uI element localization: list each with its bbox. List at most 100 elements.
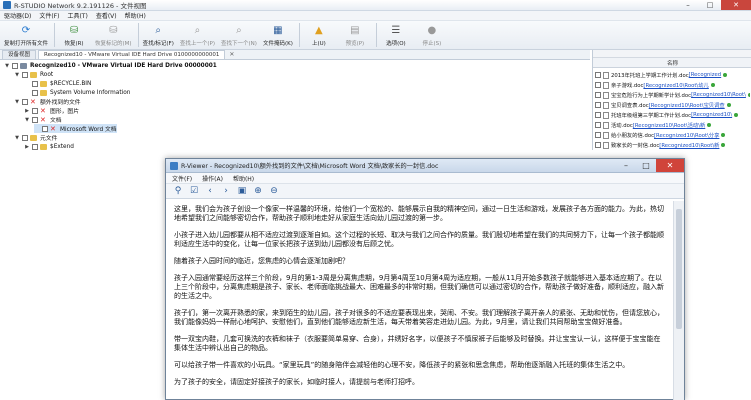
checkbox[interactable] [32,143,38,150]
tab-file-view[interactable]: Recognized10 - VMware Virtual IDE Hard D… [38,50,226,59]
expand-icon[interactable]: ▶ [24,144,30,150]
tree-node-documents[interactable]: ▼ ✕ 文档 [24,115,62,124]
recover-marked-button[interactable]: ⛁ 恢复标记的(M) [95,23,132,48]
expand-icon[interactable]: ▼ [24,117,30,123]
checkbox[interactable] [32,89,38,96]
viewer-menu-bar: 文件(F) 操作(A) 帮助(H) [166,173,684,184]
refresh-open-files-button[interactable]: ⟳ 复制打开所有文件 [4,23,48,48]
file-path-link[interactable]: [Recognized10\ [691,112,732,118]
minimize-button[interactable]: – [677,0,699,10]
maximize-button[interactable]: □ [699,0,721,10]
file-path-link[interactable]: [Recognized10\Root\幼儿 [643,81,708,89]
vertical-scrollbar[interactable] [673,201,684,400]
file-path-link[interactable]: [Recognized [689,72,722,78]
find-mark-button[interactable]: ⌕ 查找/标记(F) [143,23,174,48]
list-item[interactable]: 托班年级组第三学期工作计划.doc [Recognized10\ [595,110,750,120]
tab-close-icon[interactable]: ✕ [229,50,234,59]
paragraph: 带一双宝内鞋，几套可换洗的衣裤和袜子（衣服要简单易穿、合身），并绣好名字，以便孩… [174,335,661,352]
checkbox[interactable] [32,80,38,87]
arrow-right-icon[interactable]: › [220,185,232,197]
checkbox[interactable] [595,102,601,108]
checkmark-icon[interactable]: ☑ [188,185,200,197]
viewer-close-button[interactable]: ✕ [656,159,684,172]
recover-button[interactable]: ⛁ 恢复(R) [59,23,89,48]
list-item[interactable]: 给小朋友的信.doc [Recognized10\Root\分享 [595,130,750,140]
paragraph: 孩子们，第一次离开熟悉的家，来到陌生的幼儿园，孩子对很多的不适应要表现出来，哭闹… [174,309,664,326]
tree-node-system-volume-info[interactable]: System Volume Information [24,88,130,97]
tree-node-extra-found-files[interactable]: ▼ ✕ 额外找到的文件 [14,97,81,106]
file-path-link[interactable]: [Recognized10\Root\分享 [654,131,719,139]
viewer-toolbar: ⚲ ☑ ‹ › ▣ ⊕ ⊖ [166,184,684,199]
list-item[interactable]: 宝宝危险行为上学期新学计划.doc [Recognized10\Root\ [595,90,750,100]
checkbox[interactable] [22,98,28,105]
expand-icon[interactable]: ▼ [14,135,20,141]
document-text-area[interactable]: 这里，我们会为孩子创设一个像家一样温馨的环境，给他们一个宽松的、能够展示自我的精… [166,201,674,400]
word-file-icon [603,111,609,119]
checkbox[interactable] [12,62,18,69]
file-mask-button[interactable]: ▦ 文件掩码(K) [263,23,293,48]
tree-node-graphics[interactable]: ▶ ✕ 图形，图片 [24,106,79,115]
close-button[interactable]: ✕ [721,0,751,10]
image-icon[interactable]: ▣ [236,185,248,197]
options-button[interactable]: ☰ 选项(O) [381,23,411,48]
viewer-menu-help[interactable]: 帮助(H) [233,174,254,183]
viewer-menu-file[interactable]: 文件(F) [172,174,192,183]
menu-tools[interactable]: 工具(T) [67,11,87,20]
checkbox[interactable] [595,132,601,138]
expand-icon[interactable]: ▼ [4,63,10,69]
checkbox[interactable] [595,82,601,88]
checkbox[interactable] [22,134,28,141]
menu-view[interactable]: 查看(V) [96,11,117,20]
checkbox[interactable] [22,71,28,78]
column-header-name[interactable]: 名称 [593,58,751,68]
checkbox[interactable] [595,122,601,128]
preview-button[interactable]: ▤ 预览(P) [340,23,370,48]
toolbar-separator [298,23,300,47]
up-button[interactable]: ▲ 上(U) [304,23,334,48]
expand-icon[interactable]: ▶ [24,108,30,114]
file-path-link[interactable]: [Recognized10\Root\活动\新 [633,121,706,129]
tree-node-recycle-bin[interactable]: $RECYCLE.BIN [24,79,91,88]
checkbox[interactable] [32,116,38,123]
zoom-out-icon[interactable]: ⊖ [268,185,280,197]
viewer-minimize-button[interactable]: – [616,159,636,172]
tree-node-extend[interactable]: ▶ $Extend [24,142,74,151]
folder-icon [40,143,47,150]
menu-drive[interactable]: 驱动器(D) [4,11,31,20]
horizontal-scrollbar[interactable] [593,50,751,58]
tree-node-drive[interactable]: ▼ Recognized10 - VMware Virtual IDE Hard… [4,61,217,70]
list-item[interactable]: 亲子游戏.doc [Recognized10\Root\幼儿 [595,80,750,90]
find-next-button[interactable]: ⌕ 查找下一个(N) [221,23,257,48]
menu-help[interactable]: 帮助(H) [125,11,146,20]
list-item[interactable]: 宝贝调查表.doc [Recognized10\Root\宝贝调查 [595,100,750,110]
checkbox[interactable] [42,125,48,132]
zoom-in-icon[interactable]: ⊕ [252,185,264,197]
checkbox[interactable] [32,107,38,114]
menu-file[interactable]: 文件(F) [39,11,59,20]
tree-label: 图形，图片 [50,109,79,115]
tree-node-word-docs[interactable]: ✕ Microsoft Word 文档 [34,124,117,133]
file-path-link[interactable]: [Recognized10\Root\宝贝调查 [649,101,725,109]
list-item[interactable]: 致家长的一封信.doc [Recognized10\Root\新 [595,140,750,150]
find-previous-button[interactable]: ⌕ 查找上一个(P) [180,23,215,48]
stop-button[interactable]: ● 停止(S) [417,23,447,48]
scrollbar-thumb[interactable] [676,209,682,329]
expand-icon[interactable]: ▼ [14,99,20,105]
checkbox[interactable] [595,92,601,98]
checkbox[interactable] [595,72,601,78]
file-path-link[interactable]: [Recognized10\Root\ [691,92,746,98]
tab-device-view[interactable]: 设备视图 [2,50,37,59]
checkbox[interactable] [595,142,601,148]
arrow-left-icon[interactable]: ‹ [204,185,216,197]
viewer-maximize-button[interactable]: □ [636,159,656,172]
checkbox[interactable] [595,112,601,118]
filter-icon[interactable]: ⚲ [172,185,184,197]
expand-icon[interactable]: ▼ [14,72,20,78]
tree-node-metafiles[interactable]: ▼ 元文件 [14,133,57,142]
red-x-icon: ✕ [30,97,36,106]
list-item[interactable]: 2013年托班上学期工作计划.doc [Recognized [595,70,750,80]
viewer-menu-actions[interactable]: 操作(A) [202,174,223,183]
file-path-link[interactable]: [Recognized10\Root\新 [659,141,719,149]
tree-node-root[interactable]: ▼ Root [14,70,53,79]
list-item[interactable]: 活动.doc [Recognized10\Root\活动\新 [595,120,750,130]
